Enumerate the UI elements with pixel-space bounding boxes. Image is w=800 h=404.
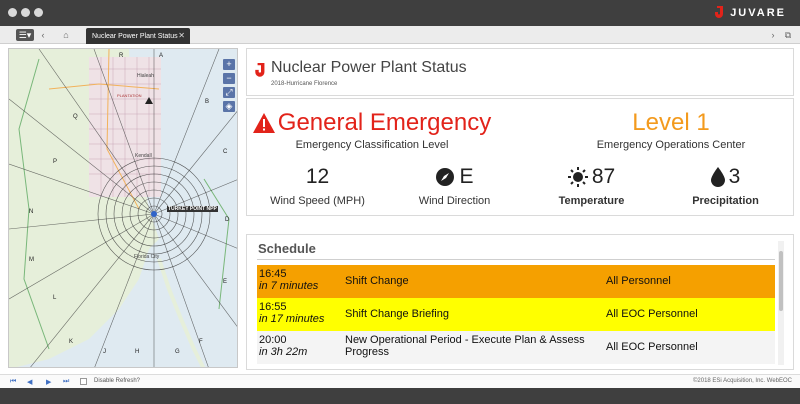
temperature-value: 87 bbox=[591, 165, 616, 188]
page-title: Nuclear Power Plant Status bbox=[271, 59, 467, 76]
tab-nuclear-power-plant-status[interactable]: Nuclear Power Plant Status ✕ bbox=[86, 28, 190, 44]
status-panel: General Emergency Emergency Classificati… bbox=[246, 98, 794, 216]
close-icon[interactable]: ✕ bbox=[178, 31, 185, 40]
wind-direction-value: E bbox=[459, 165, 474, 188]
chevron-right-icon[interactable]: › bbox=[768, 29, 778, 41]
wind-direction-label: Wind Direction bbox=[418, 195, 491, 207]
sector-label: L bbox=[53, 295, 57, 301]
schedule-audience: All EOC Personnel bbox=[606, 341, 698, 353]
window-titlebar: JUVARE bbox=[0, 0, 800, 26]
wind-direction-metric: E Wind Direction bbox=[386, 163, 523, 207]
disable-refresh-checkbox[interactable] bbox=[80, 378, 87, 385]
classification-block: General Emergency Emergency Classificati… bbox=[247, 109, 497, 151]
sector-label: C bbox=[223, 149, 228, 155]
eoc-label: Emergency Operations Center bbox=[596, 139, 746, 151]
map-area-label: Kendall bbox=[135, 153, 152, 159]
evacuation-map[interactable]: TURKEY POINT NPP Hialeah Kendall Florida… bbox=[8, 48, 238, 368]
droplet-icon bbox=[710, 167, 725, 187]
copyright-text: ©2018 ESi Acquisition, Inc. WebEOC bbox=[692, 378, 792, 384]
precipitation-label: Precipitation bbox=[692, 195, 759, 207]
schedule-title: Schedule bbox=[258, 241, 316, 256]
tab-bar: ☰▾ ‹ ⌂ Nuclear Power Plant Status ✕ › ⧉ bbox=[0, 26, 800, 44]
sun-icon bbox=[567, 167, 588, 187]
window-dot-icon[interactable] bbox=[21, 8, 30, 17]
schedule-panel: Schedule 16:45 in 7 minutes Shift Change … bbox=[246, 234, 794, 370]
page-header: Nuclear Power Plant Status 2018-Hurrican… bbox=[246, 48, 794, 96]
chevron-left-icon[interactable]: ‹ bbox=[38, 29, 48, 41]
sector-label: H bbox=[135, 349, 140, 355]
precipitation-metric: 3 Precipitation bbox=[657, 163, 794, 207]
plant-label: TURKEY POINT NPP bbox=[167, 206, 218, 212]
footer-bar: ⏮ ◀ ▶ ⏭ Disable Refresh? ©2018 ESi Acqui… bbox=[0, 374, 800, 388]
map-area-label: Hialeah bbox=[137, 73, 154, 79]
zoom-in-icon[interactable]: + bbox=[223, 59, 235, 70]
last-page-icon[interactable]: ⏭ bbox=[63, 378, 69, 386]
window-bottom-bar bbox=[0, 388, 800, 404]
juvare-logo-icon bbox=[715, 6, 724, 18]
schedule-event: Shift Change bbox=[345, 275, 409, 287]
schedule-time: 16:45 in 7 minutes bbox=[259, 268, 319, 292]
zoom-out-icon[interactable]: − bbox=[223, 73, 235, 84]
window-dot-icon[interactable] bbox=[34, 8, 43, 17]
sector-label: M bbox=[29, 257, 34, 263]
popout-icon[interactable]: ⧉ bbox=[783, 29, 793, 41]
wind-speed-value: 12 bbox=[305, 165, 330, 188]
sector-label: K bbox=[69, 339, 74, 345]
schedule-scrollbar[interactable] bbox=[778, 241, 784, 365]
sector-label: Q bbox=[73, 114, 78, 120]
sector-label: A bbox=[159, 53, 164, 59]
classification-value: General Emergency bbox=[247, 109, 497, 137]
temperature-label: Temperature bbox=[558, 195, 625, 207]
compass-icon bbox=[436, 168, 455, 186]
schedule-event: New Operational Period - Execute Plan & … bbox=[345, 334, 585, 358]
table-row[interactable]: 20:00 in 3h 22m New Operational Period - … bbox=[257, 331, 775, 364]
wind-speed-label: Wind Speed (MPH) bbox=[270, 195, 365, 207]
eoc-block: Level 1 Emergency Operations Center bbox=[547, 109, 795, 151]
brand-logo: JUVARE bbox=[715, 5, 786, 21]
map-area-label: PLANTATION bbox=[117, 93, 142, 98]
sector-label: B bbox=[205, 99, 210, 105]
sector-label: G bbox=[175, 349, 180, 355]
schedule-time: 20:00 in 3h 22m bbox=[259, 334, 308, 358]
sector-label: J bbox=[103, 349, 106, 355]
schedule-audience: All Personnel bbox=[606, 275, 671, 287]
menu-icon[interactable]: ☰▾ bbox=[16, 29, 34, 41]
sector-label: E bbox=[223, 279, 228, 285]
sector-label: R bbox=[119, 53, 124, 59]
wind-speed-metric: 12 Wind Speed (MPH) bbox=[249, 163, 386, 207]
sector-label: D bbox=[225, 217, 230, 223]
page-subtitle: 2018-Hurricane Florence bbox=[271, 81, 338, 87]
schedule-event: Shift Change Briefing bbox=[345, 308, 449, 320]
window-dot-icon[interactable] bbox=[8, 8, 17, 17]
layers-icon[interactable]: ◈ bbox=[223, 101, 235, 112]
temperature-metric: 87 Temperature bbox=[523, 163, 660, 207]
prev-page-icon[interactable]: ◀ bbox=[27, 378, 32, 386]
sector-label: N bbox=[29, 209, 34, 215]
precipitation-value: 3 bbox=[728, 165, 741, 188]
brand-name: JUVARE bbox=[730, 7, 786, 19]
classification-text: General Emergency bbox=[277, 109, 492, 136]
sector-label: F bbox=[199, 339, 203, 345]
table-row[interactable]: 16:45 in 7 minutes Shift Change All Perso… bbox=[257, 265, 775, 298]
sector-label: P bbox=[53, 159, 58, 165]
scrollbar-thumb[interactable] bbox=[779, 251, 783, 311]
tab-label: Nuclear Power Plant Status bbox=[92, 32, 178, 40]
schedule-audience: All EOC Personnel bbox=[606, 308, 698, 320]
warning-icon bbox=[252, 113, 275, 133]
next-page-icon[interactable]: ▶ bbox=[46, 378, 51, 386]
fullscreen-icon[interactable]: ⤢ bbox=[223, 87, 235, 98]
schedule-time: 16:55 in 17 minutes bbox=[259, 301, 325, 325]
first-page-icon[interactable]: ⏮ bbox=[10, 378, 16, 386]
disable-refresh-label: Disable Refresh? bbox=[94, 378, 141, 384]
map-area-label: Florida City bbox=[134, 254, 160, 260]
home-icon[interactable]: ⌂ bbox=[60, 29, 72, 41]
schedule-divider bbox=[257, 259, 775, 260]
eoc-value: Level 1 bbox=[632, 109, 710, 136]
juvare-logo-icon bbox=[255, 63, 265, 77]
classification-label: Emergency Classification Level bbox=[295, 139, 449, 151]
table-row[interactable]: 16:55 in 17 minutes Shift Change Briefing… bbox=[257, 298, 775, 331]
